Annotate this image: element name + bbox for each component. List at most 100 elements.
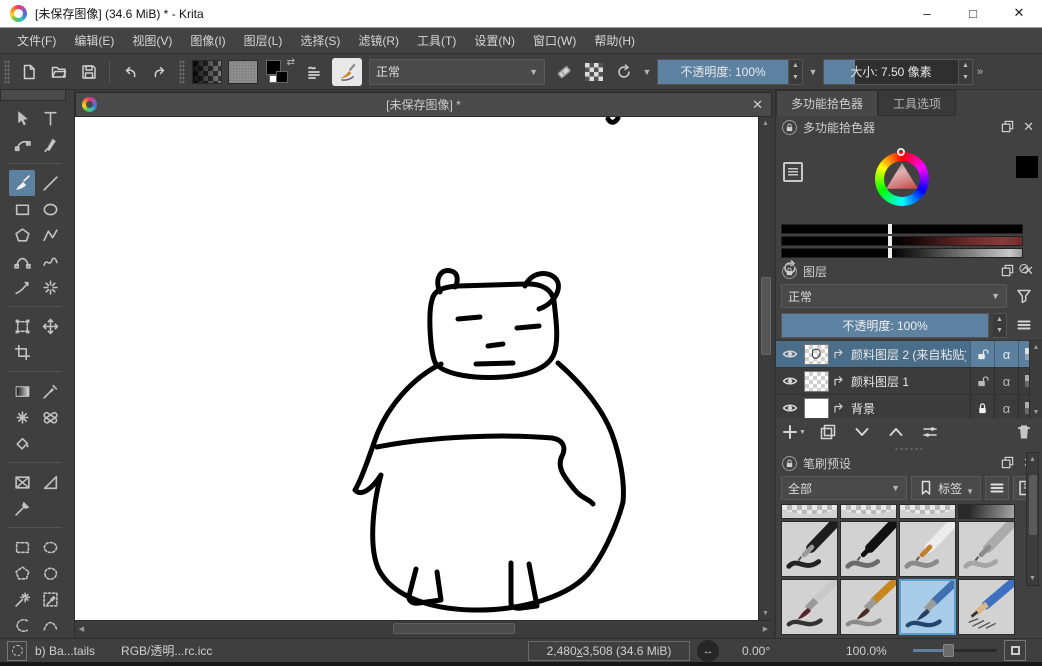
delete-layer-button[interactable] xyxy=(1012,421,1036,443)
calligraphy-tool[interactable] xyxy=(37,131,63,157)
move-layer-up-button[interactable] xyxy=(884,421,908,443)
canvas-vertical-scrollbar[interactable]: ▲ ▼ xyxy=(758,117,772,620)
brush-preset[interactable] xyxy=(840,579,897,635)
size-slider[interactable]: 大小: 7.50 像素 xyxy=(823,59,959,85)
move-layer-down-button[interactable] xyxy=(850,421,874,443)
tag-button[interactable]: 标签 ▼ xyxy=(911,476,981,500)
layer-list-scrollbar[interactable]: ▲▼ xyxy=(1029,341,1042,418)
layer-row[interactable]: 颜料图层 2 (来自粘贴)α xyxy=(776,341,1042,368)
toolbar-overflow-button[interactable]: » xyxy=(977,66,983,78)
color-selector-header[interactable]: 多功能拾色器 ✕ xyxy=(776,116,1042,138)
alpha-lock-icon[interactable]: α xyxy=(994,368,1018,394)
polygon-tool[interactable] xyxy=(9,222,35,248)
text-tool[interactable] xyxy=(37,105,63,131)
close-panel-icon[interactable]: ✕ xyxy=(1023,263,1034,279)
menu-工具(T)[interactable]: 工具(T) xyxy=(408,28,465,53)
layer-thumbnail[interactable] xyxy=(804,344,829,365)
layer-opacity-slider[interactable]: 不透明度: 100% xyxy=(781,313,989,338)
swap-colors-icon[interactable]: ⇄ xyxy=(287,57,295,68)
undo-button[interactable] xyxy=(117,59,143,85)
saturation-bar[interactable] xyxy=(781,236,1023,246)
size-spinner[interactable]: ▲▼ xyxy=(959,59,973,85)
new-document-button[interactable] xyxy=(16,59,42,85)
alpha-lock-icon[interactable]: α xyxy=(994,341,1018,367)
canvas-close-icon[interactable]: ✕ xyxy=(752,97,763,113)
layer-style-icon[interactable] xyxy=(833,402,847,414)
edit-brush-settings-button[interactable] xyxy=(332,58,362,86)
canvas-vscroll-thumb[interactable] xyxy=(761,277,771,355)
lock-icon[interactable] xyxy=(782,456,797,471)
color-wheel[interactable] xyxy=(875,152,929,206)
minimize-button[interactable]: – xyxy=(912,2,942,24)
menu-设置(N)[interactable]: 设置(N) xyxy=(465,28,524,53)
menu-编辑(E)[interactable]: 编辑(E) xyxy=(65,28,123,53)
smart-patch-tool[interactable] xyxy=(37,404,63,430)
layer-filter-button[interactable] xyxy=(1011,284,1037,308)
layer-row[interactable]: 背景α xyxy=(776,395,1042,418)
zoom-reset-button[interactable] xyxy=(1004,640,1026,661)
dynamic-brush-tool[interactable] xyxy=(9,274,35,300)
canvas-horizontal-scrollbar[interactable]: ◀ ▶ xyxy=(75,620,772,636)
canvas-subwindow-titlebar[interactable]: [未保存图像] * ✕ xyxy=(75,92,772,117)
opacity-spinner[interactable]: ▲▼ xyxy=(789,59,803,85)
scroll-down-icon[interactable]: ▼ xyxy=(1027,572,1038,585)
layer-properties-button[interactable] xyxy=(918,421,942,443)
brush-preset[interactable] xyxy=(781,579,838,635)
multibrush-tool[interactable] xyxy=(37,274,63,300)
lightness-bar[interactable] xyxy=(781,248,1023,258)
menu-滤镜(R)[interactable]: 滤镜(R) xyxy=(349,28,408,53)
move-tool[interactable] xyxy=(37,313,63,339)
select-shapes-tool[interactable] xyxy=(9,105,35,131)
open-document-button[interactable] xyxy=(46,59,72,85)
brush-presets-header[interactable]: 笔刷预设 ✕ xyxy=(776,452,1042,474)
layer-thumbnail[interactable] xyxy=(804,398,829,419)
menu-图层(L)[interactable]: 图层(L) xyxy=(235,28,292,53)
selection-display-button[interactable] xyxy=(7,641,27,661)
zoom-slider[interactable] xyxy=(913,649,997,652)
value-bar[interactable] xyxy=(781,224,1023,234)
menu-视图(V)[interactable]: 视图(V) xyxy=(123,28,181,53)
brush-preset-selected[interactable] xyxy=(899,579,956,635)
close-panel-icon[interactable]: ✕ xyxy=(1023,119,1034,135)
eraser-mode-button[interactable] xyxy=(551,59,577,85)
brush-preset[interactable] xyxy=(899,521,956,577)
gradient-chooser-button[interactable] xyxy=(192,60,222,84)
ellipse-tool[interactable] xyxy=(37,196,63,222)
layer-lock-icon[interactable] xyxy=(970,395,994,418)
scroll-left-icon[interactable]: ◀ xyxy=(75,621,88,637)
blending-mode-list-button[interactable] xyxy=(301,59,327,85)
bezier-curve-tool[interactable] xyxy=(9,248,35,274)
layers-header[interactable]: 图层 ✕ xyxy=(776,260,1042,282)
layer-visible-icon[interactable] xyxy=(782,346,800,362)
float-panel-icon[interactable] xyxy=(1001,120,1014,133)
layer-blend-combo[interactable]: 正常 ▼ xyxy=(781,284,1007,308)
maximize-button[interactable]: □ xyxy=(958,2,988,24)
background-color-swatch[interactable] xyxy=(276,71,288,83)
layer-menu-button[interactable] xyxy=(1011,313,1037,337)
toolbox-tab[interactable] xyxy=(0,90,66,101)
line-tool[interactable] xyxy=(37,170,63,196)
menu-窗口(W)[interactable]: 窗口(W) xyxy=(524,28,585,53)
layer-lock-icon[interactable] xyxy=(970,341,994,367)
layer-style-icon[interactable] xyxy=(833,348,847,360)
brush-filter-combo[interactable]: 全部 ▼ xyxy=(781,476,907,500)
canvas[interactable] xyxy=(75,117,758,620)
canvas-hscroll-thumb[interactable] xyxy=(393,623,515,634)
opacity-dropdown[interactable]: ▼ xyxy=(805,59,821,85)
save-button[interactable] xyxy=(76,59,102,85)
float-panel-icon[interactable] xyxy=(1001,264,1014,277)
layer-opacity-spinner[interactable]: ▲▼ xyxy=(993,313,1007,338)
scroll-up-icon[interactable]: ▲ xyxy=(1027,453,1038,466)
zoom-slider-thumb[interactable] xyxy=(943,644,954,657)
reload-preset-dropdown[interactable]: ▼ xyxy=(639,59,655,85)
brush-preset[interactable] xyxy=(958,504,1015,519)
brush-grid-scrollbar[interactable]: ▲ ▼ xyxy=(1026,452,1039,586)
bezier-select-tool[interactable] xyxy=(37,612,63,638)
current-color-swatch[interactable] xyxy=(1016,156,1038,178)
edit-shapes-tool[interactable] xyxy=(9,131,35,157)
lock-icon[interactable] xyxy=(782,264,797,279)
layer-name[interactable]: 颜料图层 1 xyxy=(851,373,966,390)
toolbar-grip[interactable] xyxy=(179,60,185,84)
toolbar-grip[interactable] xyxy=(4,60,10,84)
scroll-down-icon[interactable]: ▼ xyxy=(1030,406,1042,418)
